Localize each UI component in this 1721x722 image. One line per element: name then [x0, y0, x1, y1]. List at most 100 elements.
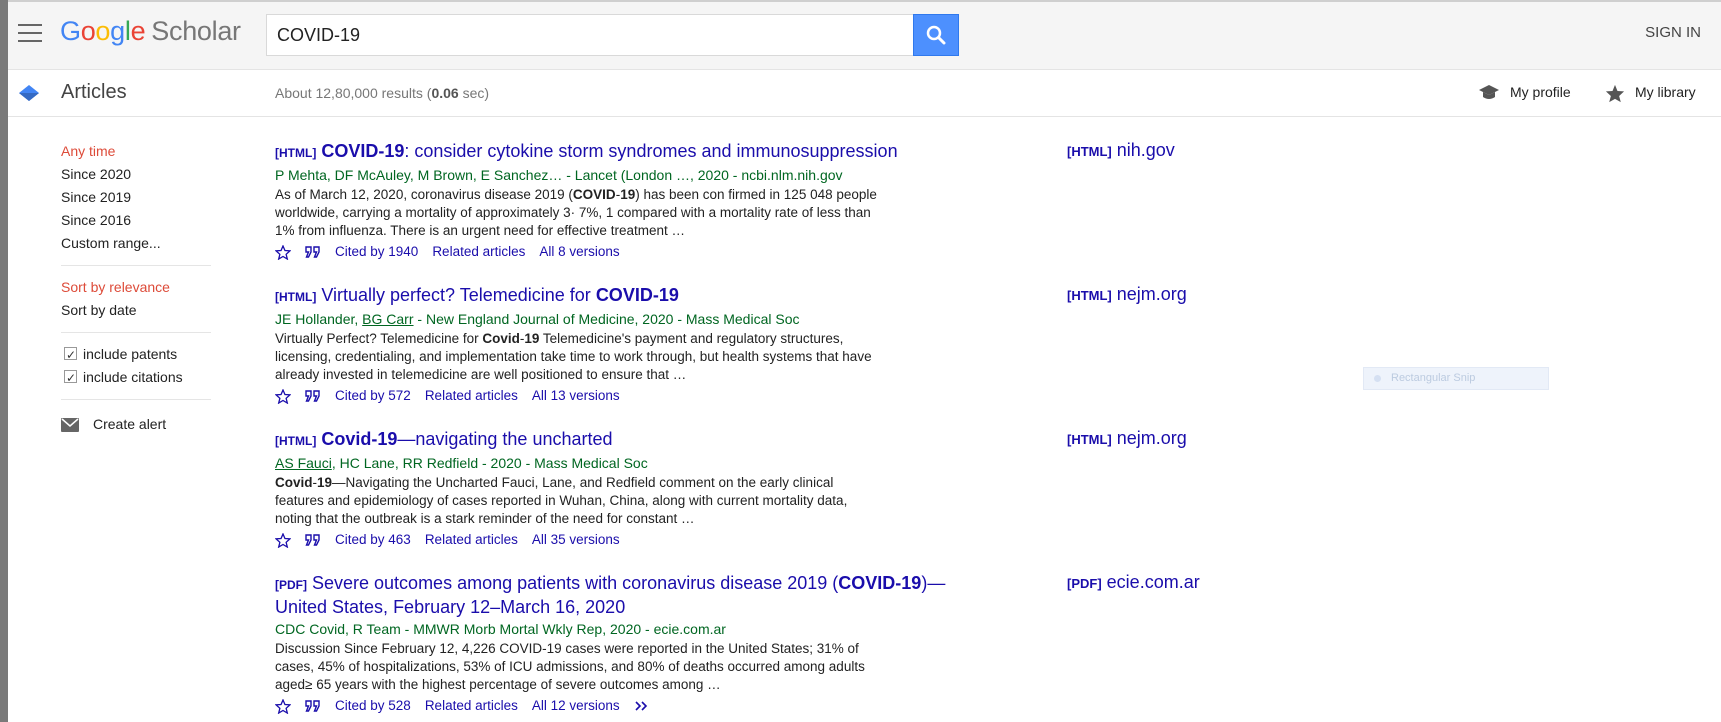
fulltext-side-link[interactable]: [HTML] nih.gov [1067, 140, 1175, 161]
result-authors: AS Fauci, HC Lane, RR Redfield - 2020 - … [275, 455, 648, 471]
author-profile-link[interactable]: AS Fauci [275, 455, 332, 471]
sidebar-divider [61, 265, 211, 266]
my-library-label: My library [1635, 84, 1696, 101]
hamburger-menu-icon[interactable] [18, 24, 42, 44]
result-actions: Cited by 463 Related articles All 35 versi… [275, 530, 955, 550]
related-articles-link[interactable]: Related articles [432, 244, 525, 259]
all-versions-link[interactable]: All 8 versions [539, 244, 619, 259]
format-tag: [PDF] [1067, 576, 1102, 591]
subheader-bar: Articles About 12,80,000 results (0.06 s… [8, 70, 1721, 117]
title-bold: COVID-19 [595, 285, 679, 305]
result-title-link[interactable]: [PDF] Severe outcomes among patients with… [275, 572, 955, 618]
search-result: [HTML] Virtually perfect? Telemedicine fo… [275, 284, 955, 406]
logo-letter: g [110, 16, 125, 46]
checkbox-checked-icon[interactable] [64, 344, 77, 367]
results-count: About 12,80,000 results (0.06 sec) [275, 85, 490, 101]
my-profile-link[interactable]: My profile [1478, 84, 1571, 102]
related-articles-link[interactable]: Related articles [425, 388, 518, 403]
top-header: GoogleScholar SIGN IN [8, 2, 1721, 70]
cite-quote-icon[interactable] [305, 700, 321, 713]
fulltext-side-link[interactable]: [HTML] nejm.org [1067, 428, 1187, 449]
include-citations-label: include citations [83, 369, 183, 385]
double-chevron-icon[interactable] [634, 700, 650, 712]
result-authors: CDC Covid, R Team - MMWR Morb Mortal Wkl… [275, 621, 726, 637]
result-authors: JE Hollander, BG Carr - New England Jour… [275, 311, 800, 327]
logo-letter: o [80, 16, 96, 46]
google-scholar-logo[interactable]: Google Scholar [60, 16, 241, 47]
format-tag: [HTML] [1067, 288, 1112, 303]
cite-quote-icon[interactable] [305, 534, 321, 547]
title-text: : consider cytokine storm syndromes and … [404, 141, 898, 161]
filter-any-time[interactable]: Any time [61, 140, 211, 163]
side-domain: ecie.com.ar [1106, 572, 1200, 592]
save-star-outline-icon[interactable] [275, 388, 291, 404]
create-alert-link[interactable]: Create alert [61, 416, 211, 433]
filter-since-2019[interactable]: Since 2019 [61, 186, 211, 209]
result-title-link[interactable]: [HTML] COVID-19: consider cytokine storm … [275, 140, 955, 164]
fulltext-side-link[interactable]: [HTML] nejm.org [1067, 284, 1187, 305]
articles-section-label[interactable]: Articles [61, 81, 127, 104]
logo-letter: e [130, 16, 146, 46]
graduation-cap-icon [1479, 85, 1499, 100]
checkbox-checked-icon[interactable] [64, 367, 77, 390]
search-result: [HTML] COVID-19: consider cytokine storm … [275, 140, 955, 262]
result-authors: P Mehta, DF McAuley, M Brown, E Sanchez…… [275, 167, 843, 183]
snip-dot-icon [1374, 374, 1381, 382]
logo-letter: o [95, 16, 111, 46]
format-tag: [HTML] [1067, 144, 1112, 159]
logo-scholar-text: Scholar [151, 16, 241, 46]
format-tag: [HTML] [275, 146, 317, 160]
sidebar-divider [61, 399, 211, 400]
window-left-edge [0, 0, 8, 722]
search-result: [PDF] Severe outcomes among patients with… [275, 572, 955, 716]
sidebar-divider [61, 332, 211, 333]
side-domain: nih.gov [1116, 140, 1175, 160]
result-snippet: Virtually Perfect? Telemedicine for Covi… [275, 331, 872, 382]
all-versions-link[interactable]: All 13 versions [532, 388, 620, 403]
result-actions: Cited by 528 Related articles All 12 versi… [275, 696, 955, 716]
cited-by-link[interactable]: Cited by 1940 [335, 244, 418, 259]
filter-custom-range[interactable]: Custom range... [61, 232, 211, 255]
save-star-outline-icon[interactable] [275, 698, 291, 714]
include-patents-checkbox[interactable]: include patents [61, 343, 211, 367]
cite-quote-icon[interactable] [305, 246, 321, 259]
format-tag: [HTML] [1067, 432, 1112, 447]
related-articles-link[interactable]: Related articles [425, 532, 518, 547]
result-title-link[interactable]: [HTML] Virtually perfect? Telemedicine fo… [275, 284, 955, 308]
title-text: Severe outcomes among patients with coro… [312, 573, 839, 593]
include-patents-label: include patents [83, 346, 178, 362]
create-alert-label: Create alert [93, 416, 167, 432]
author-profile-link[interactable]: BG Carr [362, 311, 413, 327]
my-library-link[interactable]: My library [1605, 84, 1696, 103]
fulltext-side-link[interactable]: [PDF] ecie.com.ar [1067, 572, 1200, 593]
result-snippet: Discussion Since February 12, 4,226 COVI… [275, 641, 865, 692]
sign-in-button[interactable]: SIGN IN [1645, 24, 1701, 41]
filter-since-2016[interactable]: Since 2016 [61, 209, 211, 232]
save-star-outline-icon[interactable] [275, 532, 291, 548]
cited-by-link[interactable]: Cited by 528 [335, 698, 411, 713]
scholar-cap-icon [19, 85, 39, 101]
sort-by-relevance[interactable]: Sort by relevance [61, 276, 211, 299]
search-icon [926, 25, 946, 45]
logo-letter: G [60, 16, 81, 46]
title-bold: Covid-19 [321, 429, 398, 449]
format-tag: [HTML] [275, 434, 317, 448]
related-articles-link[interactable]: Related articles [425, 698, 518, 713]
all-versions-link[interactable]: All 35 versions [532, 532, 620, 547]
all-versions-link[interactable]: All 12 versions [532, 698, 620, 713]
cited-by-link[interactable]: Cited by 463 [335, 532, 411, 547]
search-input[interactable] [266, 14, 914, 56]
search-result: [HTML] Covid-19—navigating the uncharted … [275, 428, 955, 550]
format-tag: [PDF] [275, 578, 307, 592]
title-text: Virtually perfect? Telemedicine for [321, 285, 596, 305]
cited-by-link[interactable]: Cited by 572 [335, 388, 411, 403]
sort-by-date[interactable]: Sort by date [61, 299, 211, 322]
cite-quote-icon[interactable] [305, 390, 321, 403]
include-citations-checkbox[interactable]: include citations [61, 366, 211, 390]
result-title-link[interactable]: [HTML] Covid-19—navigating the uncharted [275, 428, 955, 452]
side-domain: nejm.org [1116, 428, 1187, 448]
filter-since-2020[interactable]: Since 2020 [61, 163, 211, 186]
save-star-outline-icon[interactable] [275, 244, 291, 260]
title-bold: COVID-19 [321, 141, 405, 161]
search-button[interactable] [913, 14, 959, 56]
